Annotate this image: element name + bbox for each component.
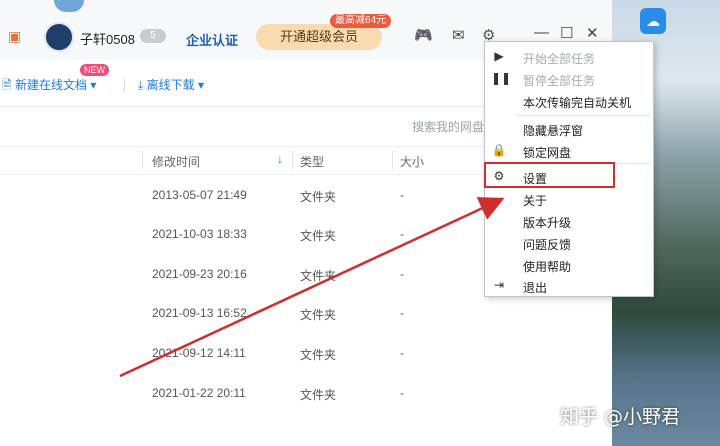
row-size: - [400,386,404,400]
column-divider [142,150,143,170]
row-type: 文件夹 [300,308,337,322]
row-date: 2013-05-07 21:49 [152,188,247,202]
row-date: 2021-09-23 20:16 [152,267,247,281]
download-icon: ⤓ [138,78,147,92]
menu-item-feedback[interactable]: 问题反馈 [485,232,653,254]
menu-item-label: 隐藏悬浮窗 [523,124,584,138]
toolbar-divider [124,78,125,92]
highlight-box [484,162,615,188]
sort-down-icon[interactable]: ↓ [277,152,283,166]
menu-item-about[interactable]: 关于 [485,188,653,210]
menu-item-pause-all[interactable]: ❚❚ 暂停全部任务 [485,68,653,90]
new-online-doc-button[interactable]: 🗎 新建在线文档 ▾ [2,76,96,97]
row-date: 2021-09-12 14:11 [152,346,246,360]
row-size: - [400,306,404,320]
row-size: - [400,188,404,202]
menu-item-label: 本次传输完自动关机 [523,96,632,110]
new-doc-label: 新建在线文档 [14,78,87,92]
vip-discount-badge: 最高减64元 [330,14,392,28]
menu-item-label: 问题反馈 [523,238,572,252]
menu-item-auto-shutdown[interactable]: 本次传输完自动关机 [485,90,653,112]
lock-icon: 🔒 [491,143,507,157]
username[interactable]: 子轩0508 [80,29,135,48]
row-type: 文件夹 [300,229,337,243]
cloud-app-icon[interactable]: ☁ [640,8,666,34]
menu-item-upgrade[interactable]: 版本升级 [485,210,653,232]
offline-download-button[interactable]: ⤓ 离线下载 ▾ [138,76,204,93]
enterprise-cert-link[interactable]: 企业认证 [186,30,238,49]
maximize-button[interactable]: ☐ [560,24,573,42]
row-type: 文件夹 [300,269,337,283]
row-type: 文件夹 [300,348,337,362]
menu-item-label: 使用帮助 [523,260,572,274]
table-row[interactable]: 2021-09-13 16:52 文件夹 - [0,294,612,333]
level-badge: 5 [140,29,166,43]
menu-item-label: 退出 [523,281,548,295]
table-row[interactable]: 2021-01-22 20:11 文件夹 - [0,374,612,413]
search-input[interactable]: 搜索我的网盘 [412,118,484,135]
menu-separator [515,115,651,116]
menu-item-label: 开始全部任务 [523,52,596,66]
row-date: 2021-10-03 18:33 [152,227,247,241]
column-divider [292,150,293,170]
pause-icon: ❚❚ [491,71,512,85]
gift-icon[interactable]: ▣ [8,28,21,45]
mascot-icon [54,0,84,12]
gamepad-icon[interactable]: 🎮 [414,26,433,44]
minimize-button[interactable]: — [534,24,549,41]
play-icon: ▶ [494,49,504,63]
watermark: 知乎 @小野君 [560,406,681,428]
row-date: 2021-09-13 16:52 [152,306,247,320]
offline-label: 离线下载 [146,78,195,92]
column-type[interactable]: 类型 [300,153,324,170]
menu-item-label: 版本升级 [523,216,572,230]
close-button[interactable]: ✕ [586,24,599,42]
menu-item-start-all[interactable]: ▶ 开始全部任务 [485,46,653,68]
menu-item-hide-float[interactable]: 隐藏悬浮窗 [485,118,653,140]
row-type: 文件夹 [300,190,337,204]
row-date: 2021-01-22 20:11 [152,386,246,400]
avatar[interactable] [44,22,74,52]
menu-item-label: 锁定网盘 [523,146,572,160]
menu-item-label: 关于 [523,194,548,208]
new-badge: NEW [80,64,109,76]
menu-item-help[interactable]: 使用帮助 [485,254,653,276]
menu-item-label: 暂停全部任务 [523,74,596,88]
row-size: - [400,267,404,281]
menu-item-lock[interactable]: 🔒 锁定网盘 [485,140,653,162]
row-type: 文件夹 [300,388,337,402]
mail-icon[interactable]: ✉ [452,26,465,44]
doc-icon: 🗎 [2,78,15,92]
column-divider [392,150,393,170]
column-size[interactable]: 大小 [400,153,424,170]
column-modified[interactable]: 修改时间 [152,153,200,170]
row-size: - [400,227,404,241]
menu-item-exit[interactable]: ⇥ 退出 [485,275,653,297]
exit-icon: ⇥ [493,278,505,292]
row-size: - [400,346,404,360]
table-row[interactable]: 2021-09-12 14:11 文件夹 - [0,334,612,373]
